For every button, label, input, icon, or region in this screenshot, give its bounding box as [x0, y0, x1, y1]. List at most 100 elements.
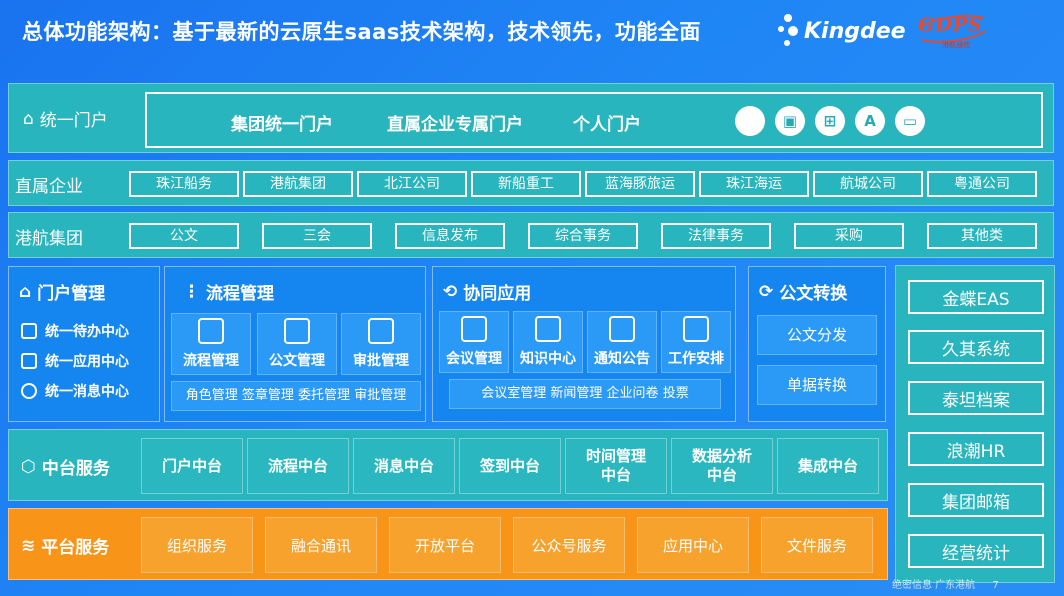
middle-platform-tile[interactable]: 流程中台: [247, 438, 349, 494]
page-title: 总体功能架构：基于最新的云原生saas技术架构，技术领先，功能全面: [22, 20, 701, 44]
platform-service-tile[interactable]: 公众号服务: [513, 517, 625, 573]
document-conversion-panel: ⟳ 公文转换 公文分发 单据转换: [748, 266, 886, 422]
knowledge-book-icon: [535, 316, 561, 342]
apps-grid-icon: [21, 353, 37, 369]
group-chip[interactable]: 法律事务: [661, 223, 771, 249]
todo-center-label: 统一待办中心: [45, 324, 129, 340]
middle-platform-tile[interactable]: 时间管理 中台: [565, 438, 667, 494]
browser-window-icon[interactable]: ▭: [895, 106, 925, 136]
todo-center-item[interactable]: 统一待办中心: [21, 321, 129, 341]
document-list-icon: [284, 318, 310, 344]
platform-services-label: ≋ 平台服务: [21, 533, 110, 559]
process-tile-label: 审批管理: [353, 353, 409, 369]
unified-portal-label: ⌂ 统一门户: [23, 106, 108, 132]
direct-enterprises-label: 直属企业: [15, 177, 83, 197]
platform-services-label-text: 平台服务: [41, 538, 110, 558]
platform-service-tile[interactable]: 组织服务: [141, 517, 253, 573]
android-icon[interactable]: ▣: [775, 106, 805, 136]
collab-tile[interactable]: 通知公告: [587, 311, 657, 373]
middle-platform-tile[interactable]: 消息中台: [353, 438, 455, 494]
enterprise-chip[interactable]: 珠江海运: [699, 171, 809, 197]
process-tile-label: 公文管理: [269, 353, 325, 369]
app-store-icon[interactable]: A: [855, 106, 885, 136]
gdps-logo-text: GDPS: [918, 14, 983, 36]
process-management-title: ⋮ 流程管理: [183, 279, 274, 305]
enterprise-chip[interactable]: 航城公司: [813, 171, 923, 197]
process-tile[interactable]: 公文管理: [257, 313, 337, 375]
message-center-item[interactable]: 统一消息中心: [21, 381, 129, 401]
flow-nodes-icon: ⋮: [183, 281, 200, 302]
system-button[interactable]: 浪潮HR: [908, 432, 1044, 466]
portal-management-panel: ⌂ 门户管理 统一待办中心 统一应用中心 统一消息中心: [8, 266, 160, 422]
approval-check-icon: [368, 318, 394, 344]
collaboration-panel: ⟲ 协同应用 会议管理 知识中心 通知公告 工作安排 会议室管理 新闻管理 企业…: [432, 266, 736, 422]
platform-service-tile[interactable]: 文件服务: [761, 517, 873, 573]
enterprise-chip[interactable]: 新船重工: [471, 171, 581, 197]
meeting-icon: [461, 316, 487, 342]
group-chip[interactable]: 综合事务: [528, 223, 638, 249]
enterprise-chip[interactable]: 蓝海豚旅运: [585, 171, 695, 197]
middle-platform-row: ⬡ 中台服务 门户中台 流程中台 消息中台 签到中台 时间管理 中台 数据分析 …: [8, 429, 888, 501]
cube-icon: ⬡: [21, 456, 36, 477]
middle-platform-tile[interactable]: 门户中台: [141, 438, 243, 494]
platform-services-row: ≋ 平台服务 组织服务 融合通讯 开放平台 公众号服务 应用中心 文件服务: [8, 508, 888, 580]
group-chip[interactable]: 公文: [129, 223, 239, 249]
kingdee-logo: Kingdee: [776, 12, 906, 50]
external-systems-panel: 金蝶EAS 久其系统 泰坦档案 浪潮HR 集团邮箱 经营统计: [895, 265, 1055, 583]
middle-platform-label-text: 中台服务: [41, 459, 110, 479]
kingdee-logo-text: Kingdee: [804, 18, 906, 44]
group-chip[interactable]: 其他类: [927, 223, 1037, 249]
home-icon: ⌂: [23, 108, 34, 129]
process-tile[interactable]: 流程管理: [171, 313, 251, 375]
portal-item-enterprise[interactable]: 直属企业专属门户: [387, 110, 523, 135]
process-management-panel: ⋮ 流程管理 流程管理 公文管理 审批管理 角色管理 签章管理 委托管理 审批管…: [164, 266, 426, 422]
group-row: 港航集团 公文 三会 信息发布 综合事务 法律事务 采购 其他类: [8, 212, 1054, 258]
chat-bubble-icon: [21, 383, 37, 399]
group-chip[interactable]: 信息发布: [395, 223, 505, 249]
message-center-label: 统一消息中心: [45, 384, 129, 400]
todo-list-icon: [21, 323, 37, 339]
collab-tile[interactable]: 会议管理: [439, 311, 509, 373]
windows-icon[interactable]: ⊞: [815, 106, 845, 136]
form-conversion-button[interactable]: 单据转换: [757, 365, 877, 405]
app-center-item[interactable]: 统一应用中心: [21, 351, 129, 371]
collab-tile-label: 知识中心: [520, 351, 576, 367]
system-button[interactable]: 久其系统: [908, 330, 1044, 364]
process-tile-label: 流程管理: [183, 353, 239, 369]
group-chip[interactable]: 三会: [262, 223, 372, 249]
system-button[interactable]: 经营统计: [908, 534, 1044, 568]
footer-source: 绝密信息 广东港航: [892, 580, 976, 591]
apple-icon[interactable]: [735, 106, 765, 136]
kingdee-dots-icon: [776, 12, 800, 50]
system-button[interactable]: 泰坦档案: [908, 381, 1044, 415]
portal-management-title: ⌂ 门户管理: [19, 279, 105, 305]
workflow-icon: [198, 318, 224, 344]
group-chip[interactable]: 采购: [794, 223, 904, 249]
middle-platform-tile[interactable]: 签到中台: [459, 438, 561, 494]
enterprise-chip[interactable]: 港航集团: [243, 171, 353, 197]
system-button[interactable]: 集团邮箱: [908, 483, 1044, 517]
enterprise-chip[interactable]: 粤通公司: [927, 171, 1037, 197]
process-tile[interactable]: 审批管理: [341, 313, 421, 375]
platform-service-tile[interactable]: 应用中心: [637, 517, 749, 573]
enterprise-chip[interactable]: 北江公司: [357, 171, 467, 197]
middle-platform-tile[interactable]: 数据分析 中台: [671, 438, 773, 494]
home-icon: ⌂: [19, 281, 32, 302]
collab-sub-features: 会议室管理 新闻管理 企业问卷 投票: [449, 379, 721, 409]
doc-distribution-button[interactable]: 公文分发: [757, 315, 877, 355]
enterprise-chip[interactable]: 珠江船务: [129, 171, 239, 197]
collab-tile[interactable]: 知识中心: [513, 311, 583, 373]
unified-portal-row: ⌂ 统一门户 集团统一门户 直属企业专属门户 个人门户 ▣ ⊞ A ▭: [8, 83, 1054, 153]
portal-item-personal[interactable]: 个人门户: [573, 110, 641, 135]
direct-enterprises-row: 直属企业 珠江船务 港航集团 北江公司 新船重工 蓝海豚旅运 珠江海运 航城公司…: [8, 160, 1054, 206]
collaboration-title-text: 协同应用: [463, 284, 532, 304]
platform-service-tile[interactable]: 融合通讯: [265, 517, 377, 573]
portal-item-group[interactable]: 集团统一门户: [231, 110, 333, 135]
middle-platform-tile[interactable]: 集成中台: [777, 438, 879, 494]
gdps-logo-subtext: 港航通信: [942, 41, 970, 49]
share-nodes-icon: ⟲: [443, 281, 458, 302]
document-conversion-title-text: 公文转换: [779, 284, 848, 304]
platform-service-tile[interactable]: 开放平台: [389, 517, 501, 573]
system-button[interactable]: 金蝶EAS: [908, 280, 1044, 314]
collab-tile[interactable]: 工作安排: [661, 311, 731, 373]
